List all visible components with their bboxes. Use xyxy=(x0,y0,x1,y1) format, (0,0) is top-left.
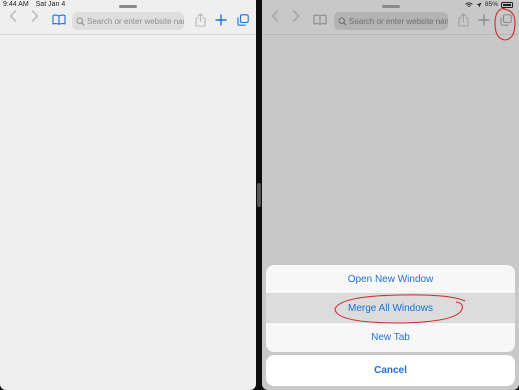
left-safari-window[interactable] xyxy=(0,0,256,390)
share-icon[interactable] xyxy=(195,13,206,27)
window-action-sheet: Open New Window Merge All Windows New Ta… xyxy=(266,265,515,352)
book-icon[interactable] xyxy=(52,14,66,25)
window-grabber[interactable] xyxy=(119,5,137,8)
status-date: Sat Jan 4 xyxy=(35,1,66,8)
window-grabber[interactable] xyxy=(382,5,400,8)
plus-icon[interactable] xyxy=(215,14,227,26)
address-bar[interactable] xyxy=(72,12,184,30)
battery-percent: 85% xyxy=(484,1,498,8)
cancel-button[interactable]: Cancel xyxy=(266,355,515,386)
magnifier-icon xyxy=(338,17,347,26)
tabs-icon[interactable] xyxy=(500,14,512,26)
location-icon xyxy=(476,2,482,7)
chevron-left-icon[interactable] xyxy=(271,10,279,22)
chevron-left-icon[interactable] xyxy=(9,10,17,22)
chevron-right-icon[interactable] xyxy=(31,10,39,22)
right-safari-window[interactable]: Open New Window Merge All Windows New Ta… xyxy=(262,0,519,390)
share-icon[interactable] xyxy=(458,13,469,27)
battery-icon xyxy=(501,1,513,8)
plus-icon[interactable] xyxy=(478,14,490,26)
toolbar-divider xyxy=(0,34,256,35)
status-bar-left: 9:44 AM Sat Jan 4 xyxy=(3,1,70,8)
magnifier-icon xyxy=(76,17,85,26)
book-icon[interactable] xyxy=(313,14,327,25)
wifi-icon xyxy=(465,1,473,7)
split-view-screen: 9:44 AM Sat Jan 4 85% Search or enter we… xyxy=(0,0,519,390)
open-new-window-option[interactable]: Open New Window xyxy=(266,265,515,294)
tabs-icon[interactable] xyxy=(237,14,249,26)
chevron-right-icon[interactable] xyxy=(292,10,300,22)
split-view-divider[interactable] xyxy=(257,183,261,207)
status-time: 9:44 AM xyxy=(3,1,29,8)
search-input[interactable] xyxy=(87,16,184,26)
search-input[interactable] xyxy=(349,16,448,26)
status-bar-right: 85% xyxy=(465,1,513,8)
new-tab-option[interactable]: New Tab xyxy=(266,323,515,352)
merge-all-windows-option[interactable]: Merge All Windows xyxy=(266,294,515,323)
toolbar-divider xyxy=(262,34,519,35)
address-bar[interactable] xyxy=(334,12,448,30)
